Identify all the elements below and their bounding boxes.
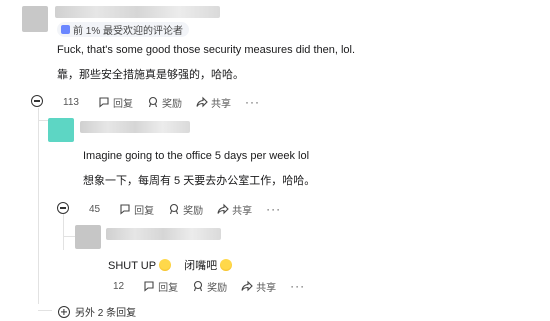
comment-text-en: SHUT UP [108,260,157,272]
comment-text-en: Imagine going to the office 5 days per w… [83,150,310,162]
award-icon [148,96,158,108]
share-label: 共享 [232,205,253,217]
share-button[interactable]: 共享 [217,202,252,217]
username-blurred[interactable] [106,228,221,240]
reply-label: 回复 [158,282,179,294]
more-replies-label: 另外 2 条回复 [75,308,137,319]
comment-text: SHUT UP 闭嘴吧 [108,257,233,273]
thread-line-level2 [63,214,64,250]
emoji-icon [220,259,233,272]
comment-text-zh: 靠，那些安全措施真是够强的，哈哈。 [57,69,244,81]
comment-actions: 45 回复 奖励 共享 ··· [84,201,281,217]
award-button[interactable]: 奖励 [147,95,182,110]
award-label: 奖励 [183,205,204,217]
thread-connector-1 [38,120,48,121]
award-button[interactable]: 奖励 [168,202,203,217]
vote-count: 113 [63,96,79,108]
reply-button[interactable]: 回复 [119,202,154,217]
reply-icon [120,204,130,215]
reply-button[interactable]: 回复 [98,95,133,110]
more-options-button[interactable]: ··· [245,95,260,109]
more-options-button[interactable]: ··· [290,279,305,293]
more-replies-button[interactable]: 另外 2 条回复 [58,304,136,319]
collapse-thread-button[interactable] [31,95,43,107]
thread-line-root [38,108,39,304]
emoji-icon [159,259,172,272]
comment-text-zh: 闭嘴吧 [184,260,218,272]
avatar[interactable] [22,6,48,32]
award-icon [194,280,203,292]
avatar[interactable] [75,225,101,249]
award-label: 奖励 [207,282,228,294]
reply-label: 回复 [134,205,155,217]
share-icon [196,96,208,108]
award-icon [170,203,179,215]
reply-icon [144,281,154,292]
share-icon [217,203,229,215]
share-label: 共享 [210,98,231,110]
thread-connector-3 [38,310,52,311]
share-button[interactable]: 共享 [241,279,276,294]
share-button[interactable]: 共享 [196,95,231,110]
username-blurred[interactable] [55,6,220,18]
vote-count: 45 [89,203,101,215]
avatar[interactable] [48,118,74,142]
username-blurred[interactable] [80,121,190,133]
vote-group: 45 [84,204,105,215]
more-options-button[interactable]: ··· [266,202,281,216]
vote-count: 12 [113,280,125,292]
badge-label: 前 1% 最受欢迎的评论者 [73,26,184,37]
comment-text-zh: 想象一下，每周有 5 天要去办公室工作，哈哈。 [83,175,316,187]
thread-connector-2 [63,236,75,237]
comment-text-en: Fuck, that's some good those security me… [57,44,356,56]
vote-group: 12 [108,281,129,292]
collapse-thread-button[interactable] [57,202,69,214]
award-button[interactable]: 奖励 [192,279,227,294]
comment-actions: 12 回复 奖励 共享 ··· [108,278,305,294]
reply-button[interactable]: 回复 [143,279,178,294]
plus-circle-icon [58,305,70,318]
share-label: 共享 [256,282,277,294]
award-label: 奖励 [161,98,182,110]
reply-icon [99,97,109,108]
share-icon [241,280,253,292]
comment-actions: 113 回复 奖励 共享 ··· [58,94,260,110]
reply-label: 回复 [112,98,133,110]
top-commenter-badge: 前 1% 最受欢迎的评论者 [57,22,190,37]
vote-group: 113 [58,97,84,108]
medal-icon [61,25,70,34]
